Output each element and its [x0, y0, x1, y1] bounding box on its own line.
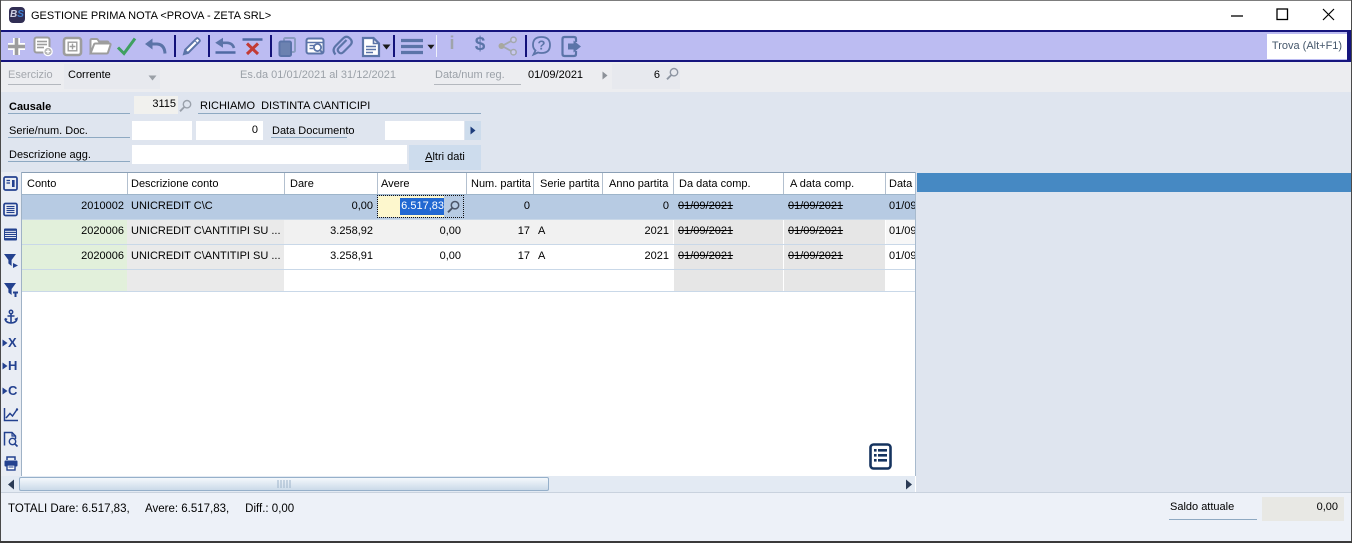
svg-text:?: ?	[538, 38, 546, 53]
